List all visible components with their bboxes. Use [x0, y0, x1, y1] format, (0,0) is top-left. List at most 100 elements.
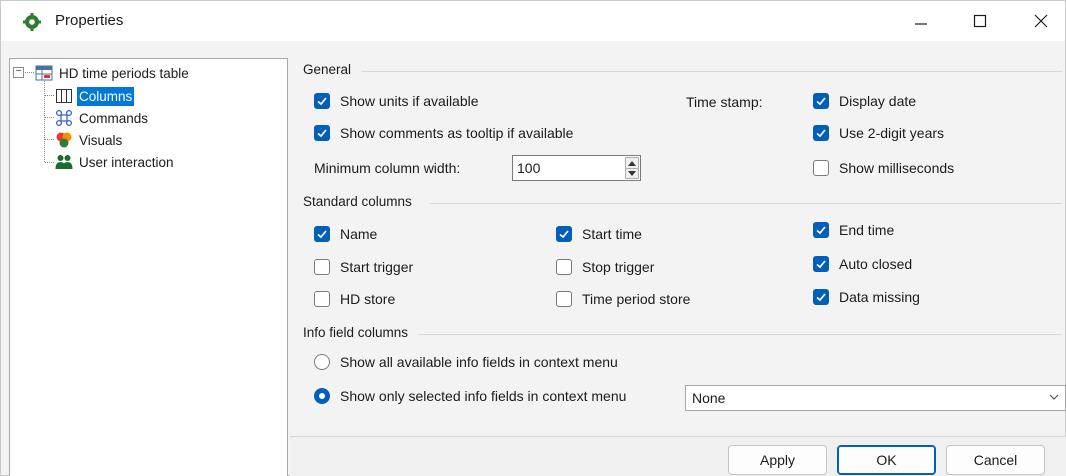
checkbox-unchecked[interactable] — [314, 259, 330, 275]
checkbox-label: Use 2-digit years — [839, 125, 945, 141]
spin-down-button[interactable] — [626, 168, 638, 178]
tree-item-user-interaction[interactable]: User interaction — [55, 152, 176, 172]
tree-item-label: Visuals — [79, 132, 123, 148]
arrow-down-icon — [628, 171, 636, 176]
tree-connector — [45, 117, 54, 118]
checkbox-checked[interactable] — [813, 125, 829, 141]
tree-item-label: Commands — [79, 110, 149, 126]
check-icon — [317, 97, 327, 106]
timestamp-label: Time stamp: — [686, 94, 763, 110]
maximize-icon — [973, 14, 987, 28]
checkbox-label: Display date — [839, 93, 917, 109]
tree-item-commands[interactable]: Commands — [55, 108, 150, 128]
checkbox-label: Name — [340, 226, 378, 242]
checkbox-label: Time period store — [582, 291, 691, 307]
checkbox-label: Show units if available — [340, 93, 479, 109]
checkbox-unchecked[interactable] — [556, 291, 572, 307]
checkbox-checked[interactable] — [314, 93, 330, 109]
commands-icon — [55, 109, 73, 127]
maximize-button[interactable] — [952, 1, 1008, 41]
general-group-title: General — [303, 62, 352, 77]
auto-closed-checkbox[interactable]: Auto closed — [813, 256, 912, 272]
data-missing-checkbox[interactable]: Data missing — [813, 289, 920, 305]
show-all-info-radio[interactable]: Show all available info fields in contex… — [314, 354, 618, 370]
info-field-group-title: Info field columns — [303, 325, 409, 340]
tree-connector — [25, 72, 34, 73]
hd-store-checkbox[interactable]: HD store — [314, 291, 395, 307]
end-time-checkbox[interactable]: End time — [813, 222, 894, 238]
time-period-store-checkbox[interactable]: Time period store — [556, 291, 690, 307]
dropdown-value: None — [692, 390, 726, 406]
start-time-checkbox[interactable]: Start time — [556, 226, 642, 242]
title-bar: Properties — [1, 1, 1065, 41]
gear-icon — [23, 13, 41, 31]
check-icon — [816, 260, 826, 269]
spinner-buttons[interactable] — [625, 157, 639, 179]
show-comments-checkbox[interactable]: Show comments as tooltip if available — [314, 125, 573, 141]
checkbox-label: Stop trigger — [582, 259, 655, 275]
tree-item-label: User interaction — [79, 154, 174, 170]
tree-connector — [44, 81, 45, 162]
check-icon — [816, 97, 826, 106]
start-trigger-checkbox[interactable]: Start trigger — [314, 259, 413, 275]
tree-item-visuals[interactable]: Visuals — [55, 130, 124, 150]
tree-root[interactable]: HD time periods table — [35, 63, 191, 83]
min-width-label: Minimum column width: — [314, 160, 461, 176]
close-button[interactable] — [1013, 1, 1066, 41]
checkbox-label: HD store — [340, 291, 396, 307]
checkbox-checked[interactable] — [314, 226, 330, 242]
minimize-button[interactable] — [893, 1, 949, 41]
group-divider — [418, 334, 1062, 335]
checkbox-label: Data missing — [839, 289, 920, 305]
display-date-checkbox[interactable]: Display date — [813, 93, 916, 109]
collapse-toggle[interactable]: − — [13, 67, 24, 78]
info-fields-dropdown[interactable]: None — [685, 385, 1066, 411]
stop-trigger-checkbox[interactable]: Stop trigger — [556, 259, 654, 275]
chevron-down-icon — [1049, 394, 1059, 400]
minimize-icon — [915, 23, 927, 25]
checkbox-checked[interactable] — [813, 289, 829, 305]
users-icon — [55, 153, 73, 171]
checkbox-checked[interactable] — [813, 93, 829, 109]
checkbox-unchecked[interactable] — [813, 160, 829, 176]
checkbox-unchecked[interactable] — [556, 259, 572, 275]
group-divider — [362, 71, 1062, 72]
navigation-tree[interactable]: − HD time periods table Columns Commands… — [9, 58, 288, 476]
checkbox-checked[interactable] — [813, 256, 829, 272]
check-icon — [816, 293, 826, 302]
min-width-value: 100 — [517, 160, 541, 176]
checkbox-checked[interactable] — [314, 125, 330, 141]
checkbox-label: Show milliseconds — [839, 160, 955, 176]
dialog-footer: Apply OK Cancel — [290, 436, 1066, 476]
settings-panel: General Show units if available Show com… — [290, 58, 1066, 436]
checkbox-label: End time — [839, 222, 895, 238]
radio-label: Show only selected info fields in contex… — [340, 388, 627, 404]
tree-root-label: HD time periods table — [59, 65, 189, 81]
checkbox-checked[interactable] — [556, 226, 572, 242]
checkbox-label: Auto closed — [839, 256, 913, 272]
arrow-up-icon — [628, 160, 636, 166]
ok-button[interactable]: OK — [837, 445, 936, 475]
window-title: Properties — [55, 12, 124, 29]
checkbox-checked[interactable] — [813, 222, 829, 238]
name-checkbox[interactable]: Name — [314, 226, 377, 242]
visuals-icon — [55, 131, 73, 149]
show-selected-info-radio[interactable]: Show only selected info fields in contex… — [314, 388, 626, 404]
cancel-button[interactable]: Cancel — [946, 445, 1045, 475]
standard-columns-group-title: Standard columns — [303, 194, 412, 209]
tree-connector — [45, 139, 54, 140]
check-icon — [559, 230, 569, 239]
min-width-spinner[interactable]: 100 — [512, 155, 641, 181]
show-milliseconds-checkbox[interactable]: Show milliseconds — [813, 160, 954, 176]
checkbox-label: Start trigger — [340, 259, 414, 275]
radio-selected[interactable] — [314, 388, 330, 404]
checkbox-unchecked[interactable] — [314, 291, 330, 307]
check-icon — [816, 129, 826, 138]
two-digit-years-checkbox[interactable]: Use 2-digit years — [813, 125, 944, 141]
apply-button[interactable]: Apply — [728, 445, 827, 475]
show-units-checkbox[interactable]: Show units if available — [314, 93, 479, 109]
tree-item-columns[interactable]: Columns — [55, 86, 135, 106]
radio-unselected[interactable] — [314, 354, 330, 370]
check-icon — [816, 226, 826, 235]
spin-up-button[interactable] — [626, 158, 638, 168]
